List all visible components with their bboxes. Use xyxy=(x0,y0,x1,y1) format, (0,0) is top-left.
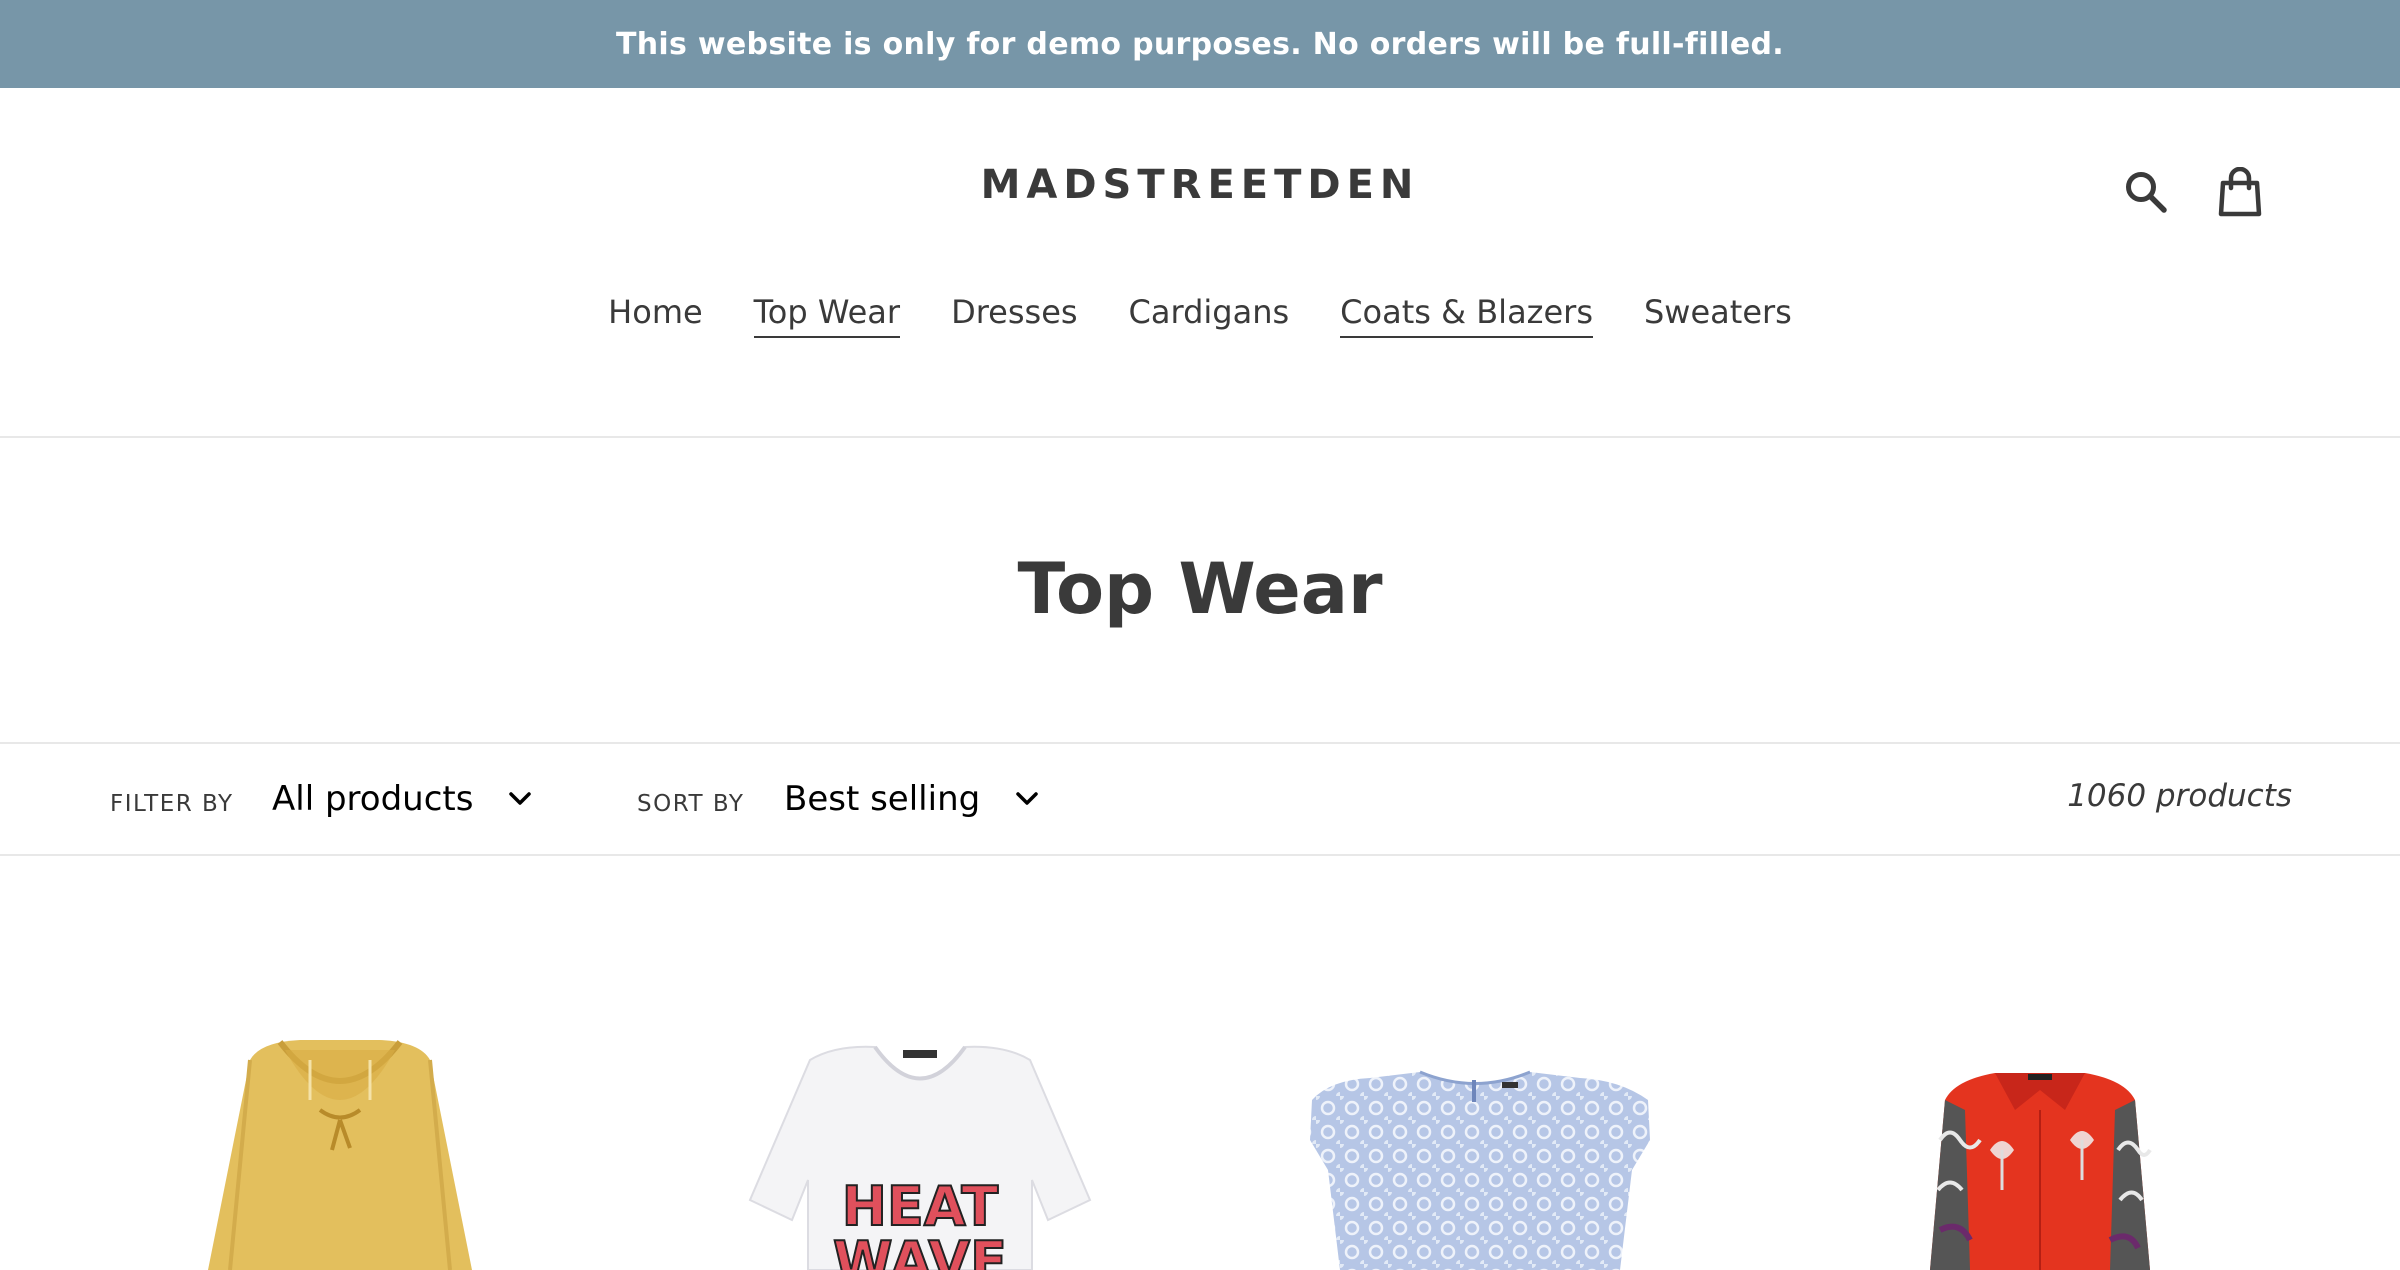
product-count: 1060 products xyxy=(2067,778,2292,814)
announcement-text: This website is only for demo purposes. … xyxy=(615,26,1784,62)
svg-text:WAVE: WAVE xyxy=(833,1230,1007,1270)
site-logo[interactable]: MADSTREETDEN xyxy=(0,162,2400,208)
product-grid: HEAT WAVE xyxy=(0,1000,2400,1270)
product-image-heat-wave-tshirt: HEAT WAVE xyxy=(748,1045,1092,1270)
logo-text[interactable]: MADSTREETDEN xyxy=(981,162,1420,208)
product-image-lace-top xyxy=(1310,1070,1650,1270)
collection-title: Top Wear xyxy=(1017,548,1383,630)
product-image-red-floral-shirt xyxy=(1930,1073,2152,1270)
main-nav: Home Top Wear Dresses Cardigans Coats & … xyxy=(0,290,2400,338)
sort-select[interactable]: Best selling xyxy=(784,774,1038,824)
product-card[interactable] xyxy=(1220,1000,1740,1270)
product-image-yellow-blouse xyxy=(208,1040,472,1270)
filter-select-value: All products xyxy=(272,779,474,819)
search-icon[interactable] xyxy=(2122,164,2170,220)
header-divider xyxy=(0,436,2400,438)
product-card[interactable] xyxy=(1780,1000,2300,1270)
sort-by-label: SORT BY xyxy=(637,791,745,817)
filter-select[interactable]: All products xyxy=(272,774,532,824)
chevron-down-icon xyxy=(509,792,532,806)
chevron-down-icon xyxy=(1016,792,1038,806)
header-icons xyxy=(2122,164,2264,220)
product-card[interactable]: HEAT WAVE xyxy=(660,1000,1180,1270)
announcement-bar: This website is only for demo purposes. … xyxy=(0,0,2400,88)
nav-item-home[interactable]: Home xyxy=(608,290,703,338)
product-card[interactable] xyxy=(100,1000,620,1270)
nav-item-cardigans[interactable]: Cardigans xyxy=(1129,290,1290,338)
nav-item-dresses[interactable]: Dresses xyxy=(951,290,1077,338)
cart-icon[interactable] xyxy=(2216,164,2264,220)
nav-item-top-wear[interactable]: Top Wear xyxy=(753,290,901,338)
svg-text:HEAT: HEAT xyxy=(842,1175,999,1238)
filter-toolbar: FILTER BY All products SORT BY Best sell… xyxy=(0,742,2400,856)
sort-select-value: Best selling xyxy=(784,779,981,819)
filter-by-label: FILTER BY xyxy=(110,791,234,817)
nav-item-sweaters[interactable]: Sweaters xyxy=(1644,290,1792,338)
nav-item-coats-blazers[interactable]: Coats & Blazers xyxy=(1340,290,1593,338)
